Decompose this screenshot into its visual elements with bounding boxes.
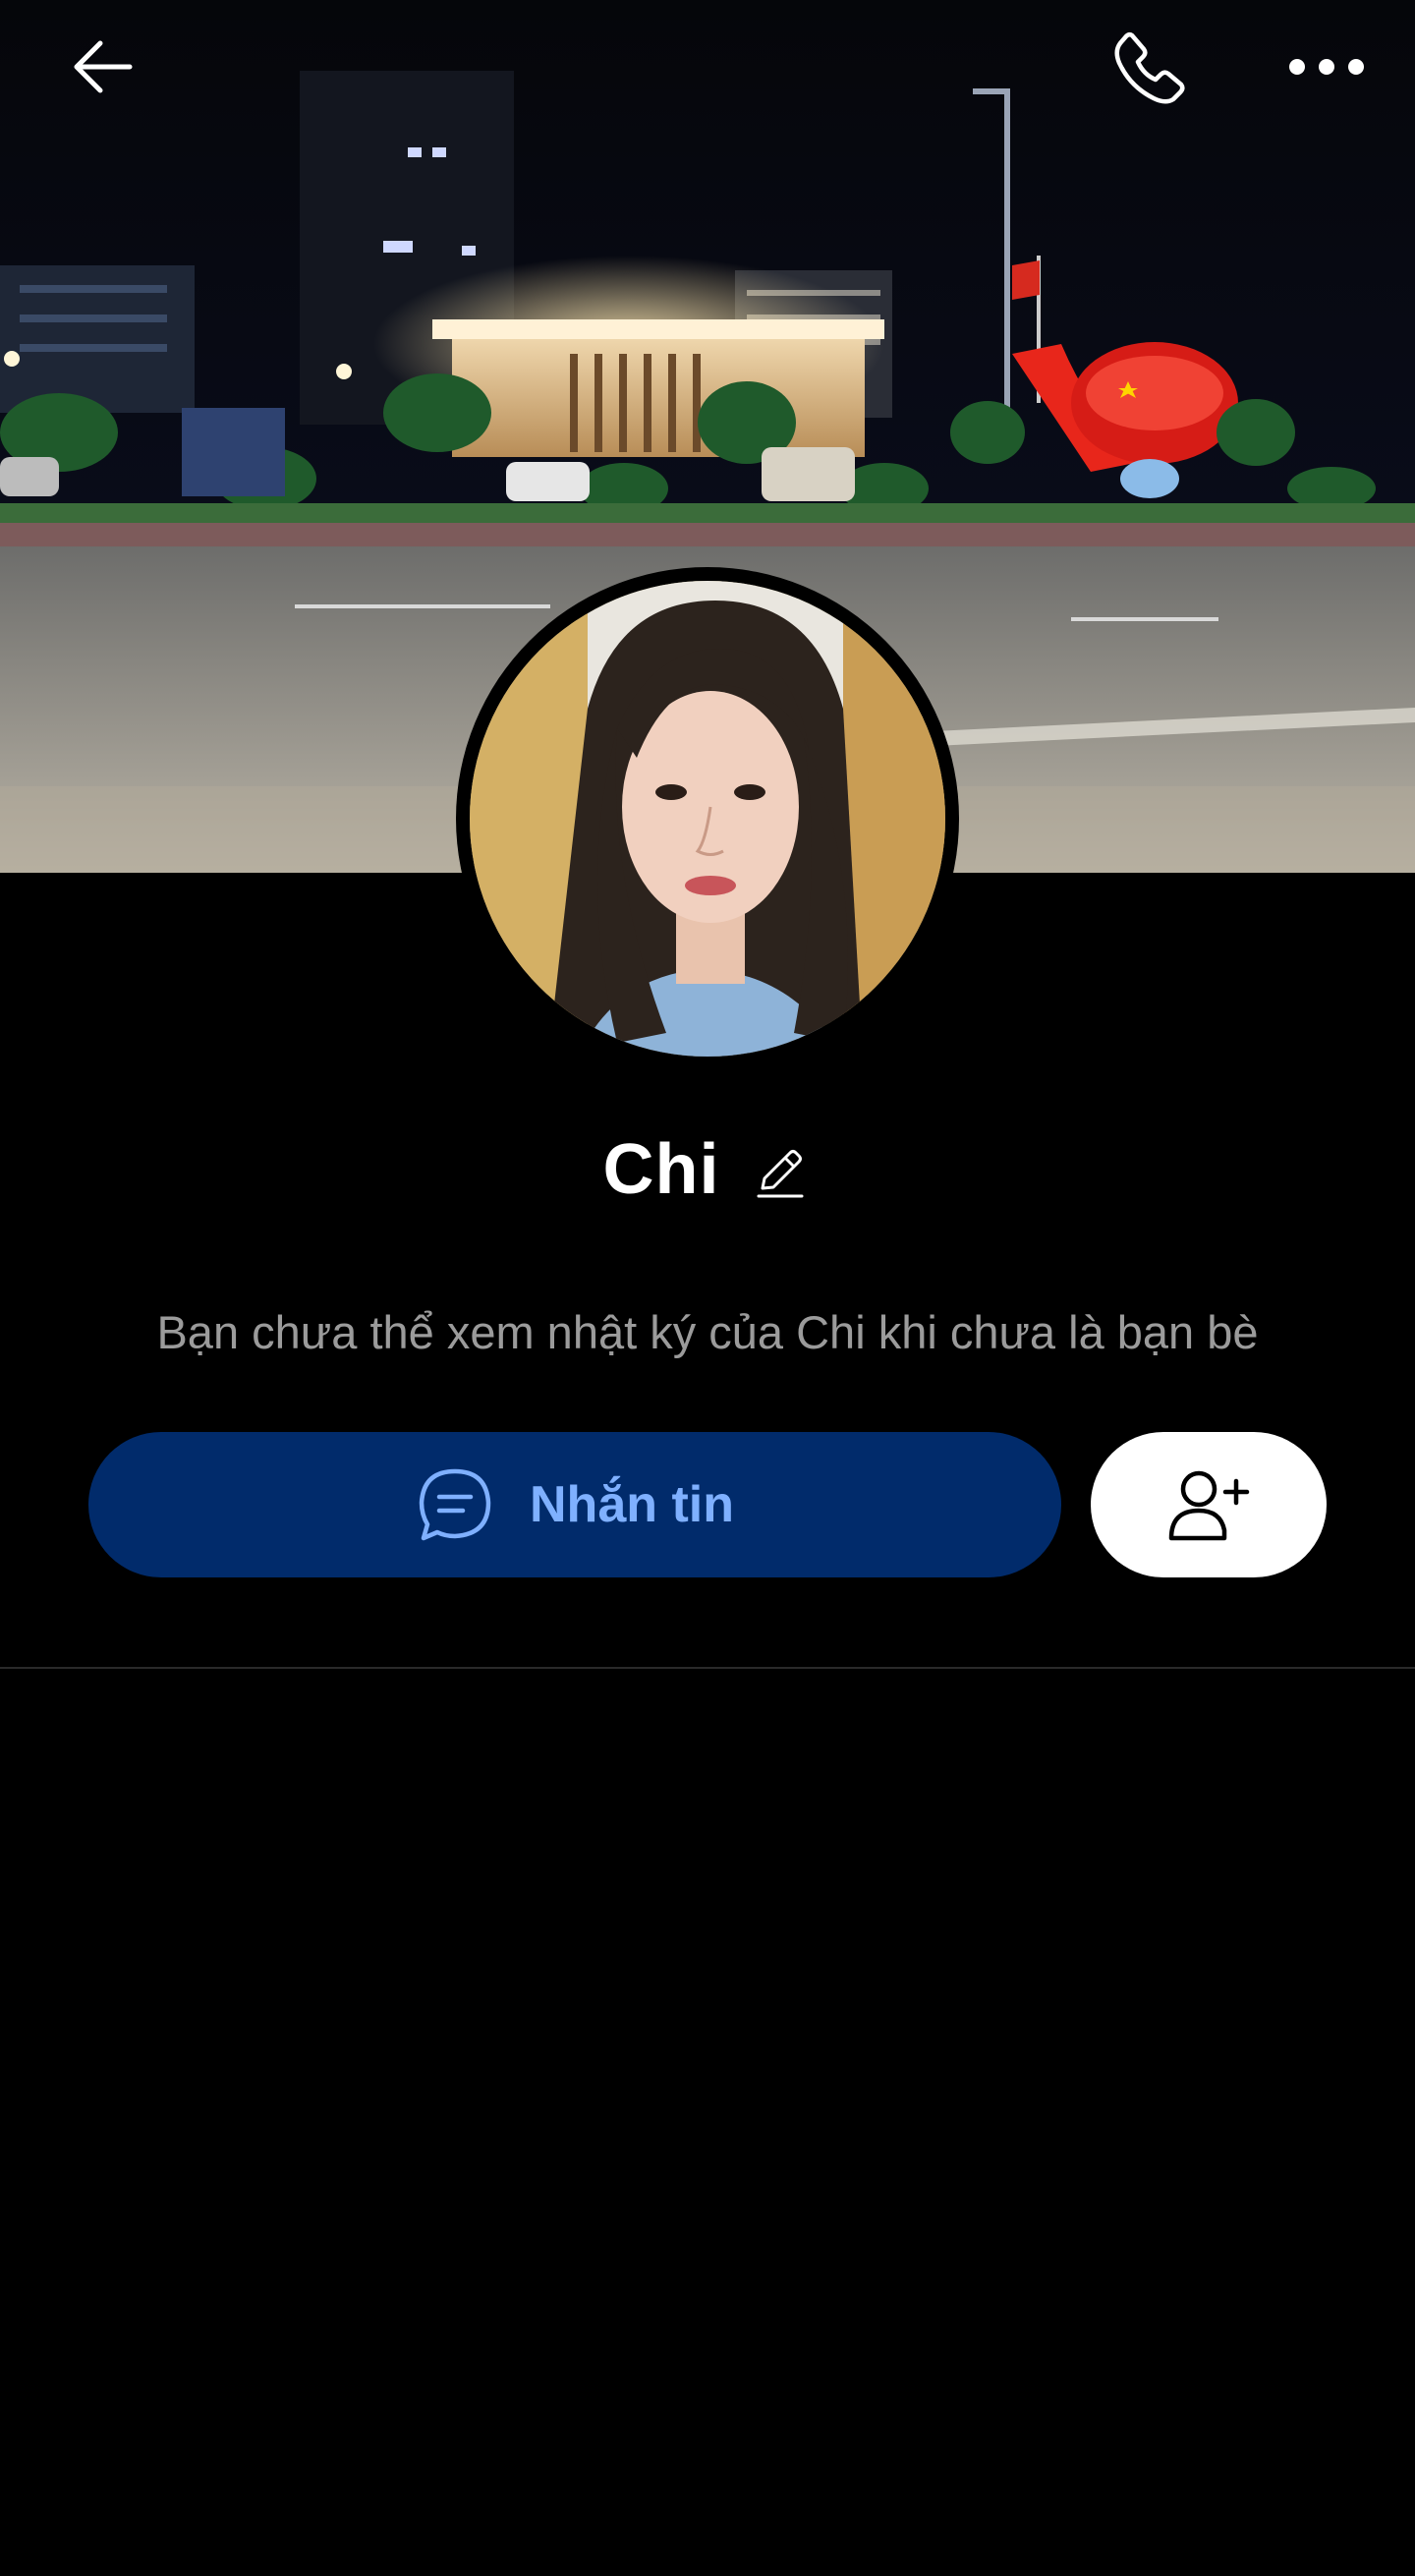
add-friend-button[interactable] bbox=[1091, 1432, 1327, 1577]
more-dots-icon bbox=[1289, 59, 1364, 75]
user-plus-icon bbox=[1168, 1470, 1250, 1541]
more-options-button[interactable] bbox=[1277, 18, 1376, 116]
name-row: Chi bbox=[0, 1120, 1415, 1219]
profile-name: Chi bbox=[602, 1130, 720, 1209]
chat-bubble-icon bbox=[419, 1468, 491, 1541]
arrow-left-icon bbox=[74, 40, 133, 93]
message-button[interactable]: Nhắn tin bbox=[88, 1432, 1061, 1577]
avatar-photo bbox=[470, 581, 945, 1057]
pencil-icon bbox=[757, 1150, 804, 1198]
call-button[interactable] bbox=[1101, 18, 1199, 116]
phone-icon bbox=[1114, 31, 1185, 104]
avatar[interactable] bbox=[456, 567, 959, 1070]
message-button-label: Nhắn tin bbox=[530, 1476, 734, 1533]
back-button[interactable] bbox=[53, 18, 151, 116]
friendship-notice: Bạn chưa thể xem nhật ký của Chi khi chư… bbox=[156, 1306, 1259, 1358]
profile-page: Chi Bạn chưa thể xem nhật ký của Chi khi… bbox=[0, 0, 1415, 2576]
divider bbox=[0, 1667, 1415, 1669]
edit-name-button[interactable] bbox=[749, 1141, 812, 1204]
